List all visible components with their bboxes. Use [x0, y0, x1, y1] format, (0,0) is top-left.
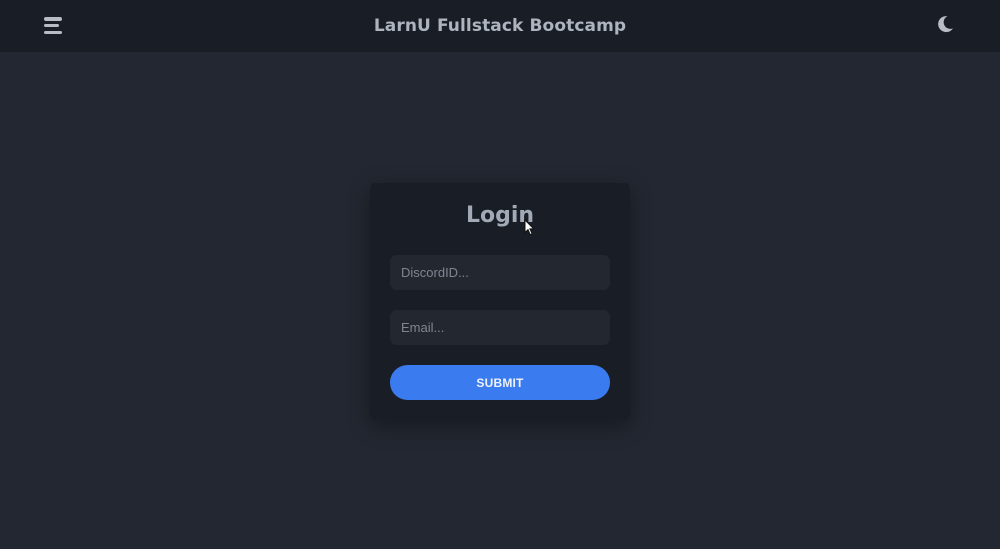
moon-icon[interactable] — [934, 13, 956, 35]
app-title: LarnU Fullstack Bootcamp — [373, 16, 627, 36]
top-navbar: LarnU Fullstack Bootcamp — [0, 0, 1000, 52]
menu-bar-middle — [44, 23, 59, 28]
moon-icon-graphic — [938, 16, 953, 33]
email-input[interactable] — [390, 310, 610, 345]
menu-bar-bottom — [44, 30, 62, 34]
menu-bar-top — [44, 17, 62, 21]
login-form: Login SUBMIT — [370, 183, 630, 420]
login-title: Login — [465, 203, 535, 228]
submit-button[interactable]: SUBMIT — [390, 365, 610, 400]
hamburger-menu-icon[interactable] — [44, 16, 64, 35]
discord-id-input[interactable] — [390, 255, 610, 290]
